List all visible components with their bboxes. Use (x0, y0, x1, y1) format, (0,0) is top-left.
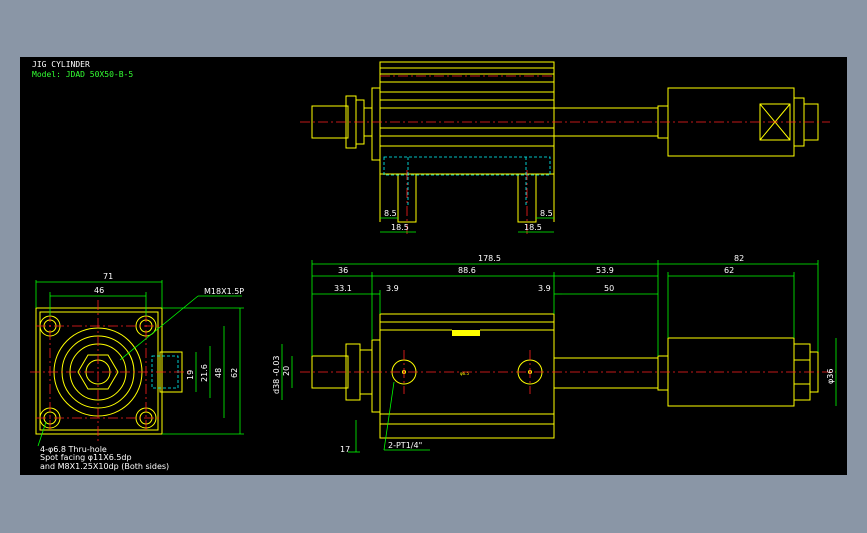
dim-18-5-right: 18.5 (524, 223, 542, 232)
side-view: 71 46 19 21.6 48 62 M18X1.5P 4-φ6.8 Thru… (30, 272, 244, 471)
drawing-title: JIG CYLINDER (32, 60, 90, 69)
dim-48: 48 (214, 368, 223, 378)
dim-71: 71 (103, 272, 113, 281)
dim-8-5-right: 8.5 (540, 209, 553, 218)
port-callout: 2-PT1/4" (388, 441, 422, 450)
cad-drawing: .y { stroke:#ffff00; fill:none; stroke-w… (30, 61, 837, 471)
top-left-cap (371, 87, 381, 161)
dim-overall-length: 178.5 (478, 254, 501, 263)
thread-callout: M18X1.5P (204, 287, 244, 296)
dim-bore: d38 -0.03 (272, 356, 281, 395)
dim-18-5-left: 18.5 (391, 223, 409, 232)
note-line-2: Spot facing φ11X6.5dp (40, 453, 132, 462)
dim-36: 36 (338, 266, 348, 275)
dim-3-9-left: 3.9 (386, 284, 399, 293)
dim-46: 46 (94, 286, 104, 295)
dim-19: 19 (186, 370, 195, 380)
dim-33-1: 33.1 (334, 284, 352, 293)
dim-50: 50 (604, 284, 614, 293)
top-view: 8.5 8.5 18.5 18.5 (300, 61, 830, 236)
drawing-canvas[interactable]: .y { stroke:#ffff00; fill:none; stroke-w… (20, 57, 847, 475)
note-line-3: and M8X1.25X10dp (Both sides) (40, 462, 169, 471)
drawing-model: Model: JDAD 50X50-B-5 (32, 70, 134, 79)
dim-rod-extension: 82 (734, 254, 744, 263)
dim-88-6: 88.6 (458, 266, 476, 275)
dim-21-6: 21.6 (200, 364, 209, 382)
dim-62-side: 62 (230, 368, 239, 378)
dim-53-9: 53.9 (596, 266, 614, 275)
title-block: JIG CYLINDER Model: JDAD 50X50-B-5 (32, 60, 133, 80)
dim-17: 17 (340, 445, 350, 454)
dim-phi-36: φ36 (826, 369, 835, 384)
dim-8-5-left: 8.5 (384, 209, 397, 218)
top-hidden-slot (383, 156, 551, 176)
dim-20: 20 (282, 366, 291, 376)
front-view: φ6.5 178.5 82 36 88.6 53.9 62 33.1 3.9 3… (272, 254, 837, 454)
dim-62: 62 (724, 266, 734, 275)
dim-3-9-right: 3.9 (538, 284, 551, 293)
